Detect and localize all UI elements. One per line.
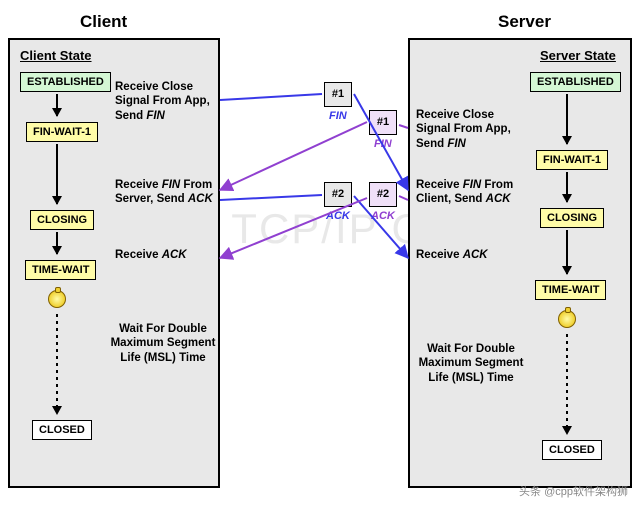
client-state-header: Client State bbox=[20, 48, 92, 63]
server-event-sendfin: Receive Close Signal From App, Send FIN bbox=[416, 108, 524, 151]
server-state-closing: CLOSING bbox=[540, 208, 604, 228]
client-event-sendfin: Receive Close Signal From App, Send FIN bbox=[115, 80, 220, 123]
client-state-finwait1: FIN-WAIT-1 bbox=[26, 122, 98, 142]
client-state-established: ESTABLISHED bbox=[20, 72, 111, 92]
client-state-closed: CLOSED bbox=[32, 420, 92, 440]
arrow-down-icon bbox=[56, 232, 58, 254]
server-state-timewait: TIME-WAIT bbox=[535, 280, 606, 300]
arrow-down-icon bbox=[566, 172, 568, 202]
client-state-closing: CLOSING bbox=[30, 210, 94, 230]
msg-server-fin: #1 bbox=[369, 110, 397, 135]
server-state-closed: CLOSED bbox=[542, 440, 602, 460]
clock-icon bbox=[48, 290, 66, 308]
arrow-down-icon bbox=[566, 94, 568, 144]
client-state-timewait: TIME-WAIT bbox=[25, 260, 96, 280]
arrow-down-icon bbox=[566, 230, 568, 274]
msg-client-ack: #2 bbox=[324, 182, 352, 207]
msg-label-fin: FIN bbox=[329, 110, 347, 122]
client-title: Client bbox=[80, 12, 127, 32]
client-event-msl: Wait For Double Maximum Segment Life (MS… bbox=[108, 322, 218, 365]
msg-label-ack: ACK bbox=[326, 210, 350, 222]
server-state-header: Server State bbox=[540, 48, 616, 63]
arrow-down-icon bbox=[56, 94, 58, 116]
server-event-recvack: Receive ACK bbox=[416, 248, 521, 262]
dotted-arrow-icon bbox=[566, 334, 568, 434]
msg-label-ack: ACK bbox=[371, 210, 395, 222]
clock-icon bbox=[558, 310, 576, 328]
server-event-msl: Wait For Double Maximum Segment Life (MS… bbox=[416, 342, 526, 385]
server-state-established: ESTABLISHED bbox=[530, 72, 621, 92]
server-event-recvfin: Receive FIN From Client, Send ACK bbox=[416, 178, 524, 207]
msg-server-ack: #2 bbox=[369, 182, 397, 207]
dotted-arrow-icon bbox=[56, 314, 58, 414]
client-event-recvack: Receive ACK bbox=[115, 248, 220, 262]
server-title: Server bbox=[498, 12, 551, 32]
attribution-text: 头条 @cpp软件架构狮 bbox=[519, 483, 628, 499]
msg-client-fin: #1 bbox=[324, 82, 352, 107]
server-panel bbox=[408, 38, 632, 488]
client-event-recvfin: Receive FIN From Server, Send ACK bbox=[115, 178, 220, 207]
server-state-finwait1: FIN-WAIT-1 bbox=[536, 150, 608, 170]
msg-label-fin: FIN bbox=[374, 138, 392, 150]
arrow-down-icon bbox=[56, 144, 58, 204]
